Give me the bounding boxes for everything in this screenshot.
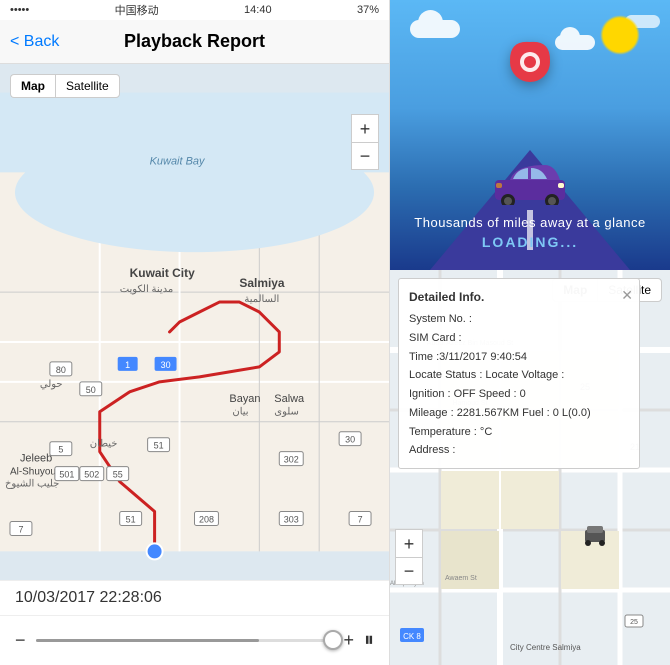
svg-text:51: 51 <box>154 441 164 451</box>
svg-text:7: 7 <box>18 524 23 534</box>
playback-controls: − + ⏸ <box>0 615 389 665</box>
info-row-locate-status: Locate Status : Locate Voltage : <box>409 366 629 385</box>
svg-text:1: 1 <box>125 360 130 370</box>
info-label-time: Time : <box>409 348 439 367</box>
info-panel-close-button[interactable]: ✕ <box>621 284 633 308</box>
bottom-zoom-in-button[interactable]: + <box>395 529 423 557</box>
tagline-text: Thousands of miles away at a glance <box>414 215 645 230</box>
info-label-ignition: Ignition : OFF Speed : 0 <box>409 385 526 404</box>
progress-thumb[interactable] <box>323 630 343 650</box>
right-panel: Thousands of miles away at a glance LOAD… <box>390 0 670 665</box>
svg-text:Awaem St: Awaem St <box>445 575 477 582</box>
svg-text:502: 502 <box>84 470 99 480</box>
map-type-map-button[interactable]: Map <box>10 74 55 98</box>
info-label-sim-card: SIM Card : <box>409 329 462 348</box>
page-title: Playback Report <box>124 31 265 52</box>
signal-strength: ••••• <box>10 4 29 16</box>
svg-text:حولي: حولي <box>40 379 63 390</box>
svg-text:5: 5 <box>58 445 63 455</box>
speed-decrease-button[interactable]: − <box>15 630 26 651</box>
zoom-out-button[interactable]: − <box>351 142 379 170</box>
svg-text:80: 80 <box>56 365 66 375</box>
svg-text:50: 50 <box>86 385 96 395</box>
illustration-panel: Thousands of miles away at a glance LOAD… <box>390 0 670 270</box>
svg-text:302: 302 <box>284 455 299 465</box>
time-display: 14:40 <box>244 4 272 16</box>
info-label-system-no: System No. : <box>409 310 472 329</box>
map-container[interactable]: Map Satellite Kuwait Bay <box>0 64 389 580</box>
progress-bar[interactable] <box>36 639 334 642</box>
carrier-name: 中国移动 <box>115 2 159 18</box>
location-pin-icon <box>505 40 555 112</box>
nav-bar: < Back Playback Report <box>0 20 389 64</box>
svg-text:Salwa: Salwa <box>274 393 305 405</box>
map-svg: Kuwait Bay Kuwait City مدينة الكويت Salm… <box>0 64 389 580</box>
svg-text:30: 30 <box>161 360 171 370</box>
svg-text:208: 208 <box>199 514 214 524</box>
timestamp-display: 10/03/2017 22:28:06 <box>0 580 389 615</box>
svg-text:خيطان: خيطان <box>90 439 118 450</box>
info-row-ignition: Ignition : OFF Speed : 0 <box>409 385 629 404</box>
svg-text:51: 51 <box>126 514 136 524</box>
map-type-controls: Map Satellite <box>10 74 120 98</box>
info-label-mileage: Mileage : 2281.567KM Fuel : 0 L(0.0) <box>409 404 591 423</box>
bottom-zoom-out-button[interactable]: − <box>395 557 423 585</box>
svg-text:سلوى: سلوى <box>274 407 299 418</box>
battery-indicator: 37% <box>357 4 379 16</box>
info-row-system-no: System No. : <box>409 310 629 329</box>
svg-text:مدينة الكويت: مدينة الكويت <box>120 284 174 295</box>
back-button[interactable]: < Back <box>10 33 59 51</box>
cloud-1 <box>410 20 460 38</box>
progress-fill <box>36 639 259 642</box>
svg-text:30: 30 <box>345 435 355 445</box>
info-panel-title: Detailed Info. <box>409 287 629 307</box>
svg-text:Jeleeb: Jeleeb <box>20 453 52 465</box>
svg-text:Kuwait City: Kuwait City <box>130 266 195 280</box>
status-bar: ••••• 中国移动 14:40 37% <box>0 0 389 20</box>
svg-text:Kuwait Bay: Kuwait Bay <box>150 155 206 167</box>
svg-text:Salmiya: Salmiya <box>239 276 285 290</box>
speed-increase-button[interactable]: + <box>343 630 354 651</box>
car-illustration <box>490 155 570 210</box>
svg-text:السالمية: السالمية <box>244 294 279 305</box>
back-label: < Back <box>10 33 59 51</box>
info-value-sim-card <box>462 329 465 348</box>
info-panel: Detailed Info. ✕ System No. : SIM Card :… <box>398 278 640 469</box>
zoom-in-button[interactable]: + <box>351 114 379 142</box>
map-type-satellite-button[interactable]: Satellite <box>55 74 120 98</box>
info-label-address: Address : <box>409 441 455 460</box>
svg-text:501: 501 <box>59 470 74 480</box>
svg-text:CK 8: CK 8 <box>403 632 421 641</box>
svg-text:25: 25 <box>630 619 638 626</box>
info-label-locate-status: Locate Status : Locate Voltage : <box>409 366 564 385</box>
map-zoom-controls: + − <box>351 114 379 170</box>
bottom-map-zoom-controls: + − <box>395 529 423 585</box>
svg-text:بيان: بيان <box>232 407 248 418</box>
pause-button[interactable]: ⏸ <box>364 629 374 652</box>
info-row-address: Address : <box>409 441 629 460</box>
svg-text:55: 55 <box>113 470 123 480</box>
info-row-temperature: Temperature : °C <box>409 423 629 442</box>
sun-icon <box>600 15 640 55</box>
bottom-map[interactable]: Abdul Azeez Bin Masoud St Hamoud St 8 St… <box>390 270 670 665</box>
svg-text:جليب الشيوخ: جليب الشيوخ <box>5 479 59 490</box>
svg-text:7: 7 <box>358 514 363 524</box>
svg-text:City Centre Salmiya: City Centre Salmiya <box>510 643 581 652</box>
cloud-2 <box>555 35 595 50</box>
left-panel: ••••• 中国移动 14:40 37% < Back Playback Rep… <box>0 0 390 665</box>
svg-text:303: 303 <box>284 514 299 524</box>
info-row-time: Time : 3/11/2017 9:40:54 <box>409 348 629 367</box>
loading-text: LOADING... <box>482 234 578 250</box>
info-label-temperature: Temperature : °C <box>409 423 492 442</box>
info-row-mileage: Mileage : 2281.567KM Fuel : 0 L(0.0) <box>409 404 629 423</box>
info-row-sim-card: SIM Card : <box>409 329 629 348</box>
svg-text:Bayan: Bayan <box>229 393 260 405</box>
info-value-address <box>455 441 458 460</box>
info-value-time: 3/11/2017 9:40:54 <box>439 348 527 367</box>
info-value-system-no <box>472 310 475 329</box>
